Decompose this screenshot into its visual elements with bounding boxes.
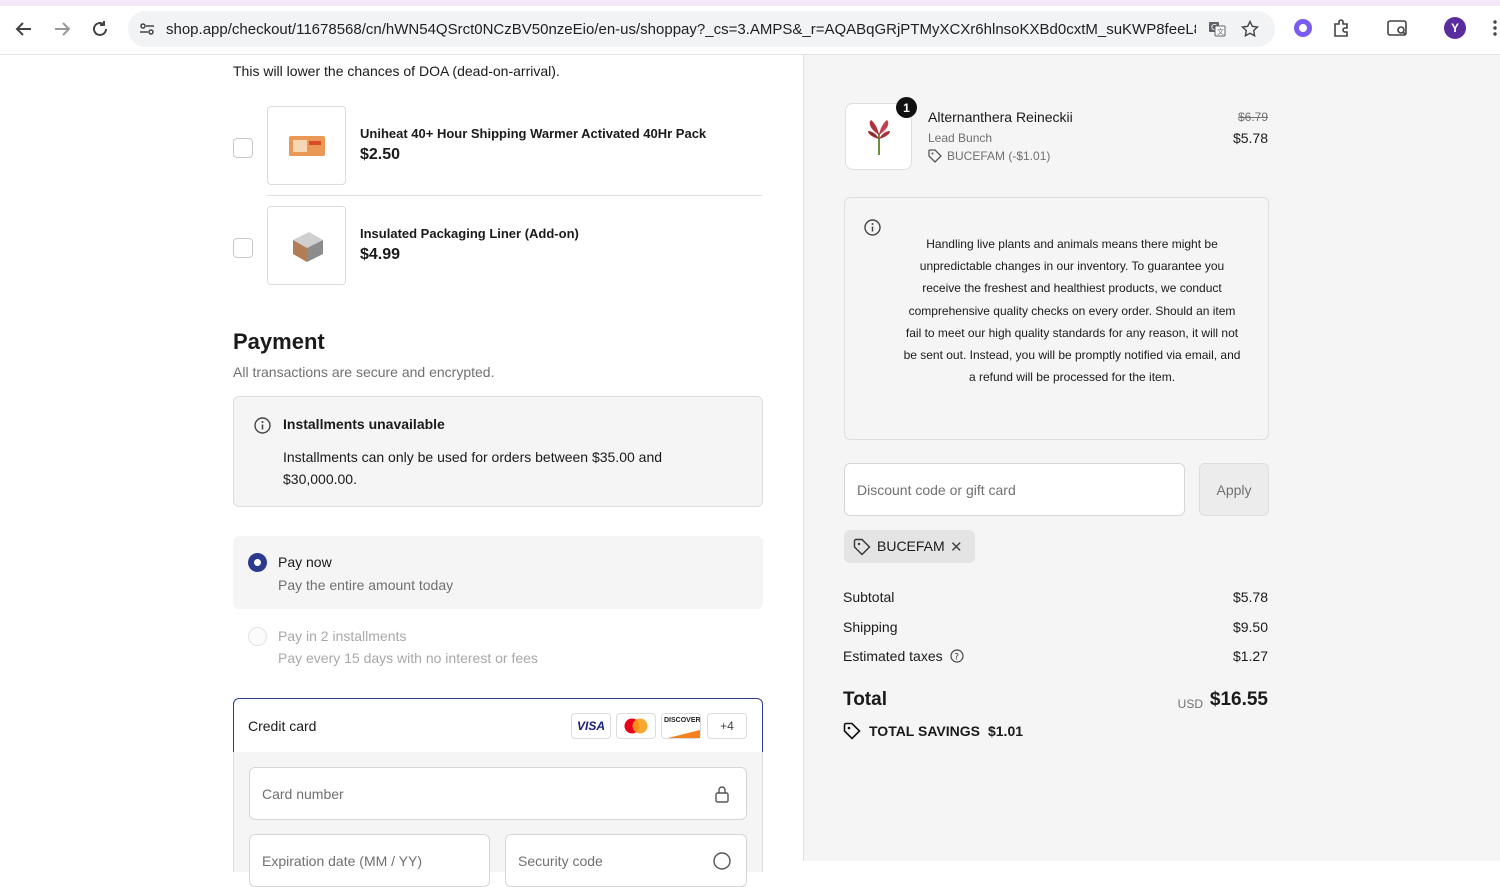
taxes-row-label: Estimated taxes ? xyxy=(843,648,964,664)
discount-code-input[interactable]: Discount code or gift card xyxy=(844,463,1185,516)
upsell-name: Insulated Packaging Liner (Add-on) xyxy=(360,226,579,241)
tab-strip-edge xyxy=(0,0,1500,6)
upsell-price: $4.99 xyxy=(360,246,401,263)
quantity-badge: 1 xyxy=(896,97,917,118)
translate-icon[interactable]: G文 xyxy=(1206,18,1228,40)
expiry-placeholder: Expiration date (MM / YY) xyxy=(262,853,423,869)
upsell-item[interactable]: Insulated Packaging Liner (Add-on) $4.99 xyxy=(233,206,762,296)
discount-placeholder: Discount code or gift card xyxy=(857,482,1016,498)
upsell-price: $2.50 xyxy=(360,146,401,163)
mastercard-logo xyxy=(616,713,656,739)
item-price: $5.78 xyxy=(1232,130,1268,146)
apply-button[interactable]: Apply xyxy=(1199,463,1269,516)
order-summary-panel xyxy=(803,55,1500,861)
lock-icon xyxy=(715,786,729,803)
installments-notice: Installments unavailable Installments ca… xyxy=(233,396,763,507)
tab-search-icon[interactable] xyxy=(1387,17,1409,39)
pay-installments-radio[interactable] xyxy=(248,627,267,646)
shipping-value: $9.50 xyxy=(1232,619,1268,635)
total-label: Total xyxy=(843,689,887,710)
total-savings: TOTAL SAVINGS $1.01 xyxy=(843,722,1023,740)
option-label: Pay now xyxy=(278,554,332,570)
info-icon xyxy=(254,417,271,434)
option-label: Pay in 2 installments xyxy=(278,628,407,644)
visa-logo: VISA xyxy=(571,713,611,739)
info-icon xyxy=(864,219,881,236)
divider xyxy=(267,195,762,196)
credit-card-option[interactable]: Credit card VISA DISCOVER +4 xyxy=(233,698,763,753)
help-icon[interactable] xyxy=(713,852,731,870)
subtotal-label: Subtotal xyxy=(843,589,895,605)
installments-text: Installments can only be used for orders… xyxy=(283,449,663,487)
profile-avatar[interactable]: Y xyxy=(1444,17,1466,39)
item-discount: BUCEFAM (-$1.01) xyxy=(928,149,1050,163)
pay-now-radio[interactable] xyxy=(248,553,267,572)
item-variant: Lead Bunch xyxy=(928,131,993,145)
url-text[interactable]: shop.app/checkout/11678568/cn/hWN54QSrct… xyxy=(166,21,1196,38)
discover-logo: DISCOVER xyxy=(661,713,701,739)
total-currency: USD xyxy=(1177,697,1203,711)
question-icon[interactable]: ? xyxy=(950,649,964,663)
item-discount-text: BUCEFAM (-$1.01) xyxy=(947,149,1051,163)
browser-toolbar: shop.app/checkout/11678568/cn/hWN54QSrct… xyxy=(0,0,1500,55)
item-original-price: $6.79 xyxy=(1237,110,1268,124)
installments-title: Installments unavailable xyxy=(283,416,445,432)
applied-discount-chip: BUCEFAM ✕ xyxy=(844,530,975,563)
svg-text:文: 文 xyxy=(1217,27,1224,36)
puzzle-icon[interactable] xyxy=(1331,17,1353,39)
credit-card-form: Card number Expiration date (MM / YY) Se… xyxy=(233,752,763,887)
notice-text: Handling live plants and animals means t… xyxy=(903,237,1241,385)
security-placeholder: Security code xyxy=(518,853,603,869)
svg-text:?: ? xyxy=(954,653,959,663)
savings-value: $1.01 xyxy=(987,723,1024,739)
tag-icon xyxy=(928,149,942,163)
card-number-field[interactable]: Card number xyxy=(249,767,747,820)
upsell-checkbox[interactable] xyxy=(233,138,253,158)
reload-icon[interactable] xyxy=(85,14,115,44)
item-name: Alternanthera Reineckii xyxy=(928,109,1073,125)
more-icon[interactable] xyxy=(1484,17,1500,39)
applied-code: BUCEFAM xyxy=(877,538,945,554)
payment-subtitle: All transactions are secure and encrypte… xyxy=(233,364,495,380)
back-icon[interactable] xyxy=(9,14,39,44)
remove-discount-icon[interactable]: ✕ xyxy=(950,538,963,556)
product-thumbnail xyxy=(267,106,346,185)
payment-title: Payment xyxy=(233,329,325,354)
savings-label: TOTAL SAVINGS xyxy=(869,723,980,739)
address-bar[interactable]: shop.app/checkout/11678568/cn/hWN54QSrct… xyxy=(128,11,1275,47)
forward-icon[interactable] xyxy=(47,14,77,44)
upsell-item[interactable]: Uniheat 40+ Hour Shipping Warmer Activat… xyxy=(233,106,762,196)
tag-icon xyxy=(853,538,871,556)
option-desc: Pay the entire amount today xyxy=(278,577,454,593)
bookmark-star-icon[interactable] xyxy=(1239,18,1261,40)
pay-now-option[interactable]: Pay now Pay the entire amount today xyxy=(233,536,763,609)
shipping-label: Shipping xyxy=(843,619,898,635)
product-thumbnail xyxy=(267,206,346,285)
upsell-name: Uniheat 40+ Hour Shipping Warmer Activat… xyxy=(360,126,707,141)
total-value: $16.55 xyxy=(1209,689,1268,710)
taxes-label: Estimated taxes xyxy=(843,648,943,664)
savings-tag-icon xyxy=(843,722,861,740)
subtotal-value: $5.78 xyxy=(1232,589,1268,605)
upsell-checkbox[interactable] xyxy=(233,238,253,258)
extension-icon[interactable] xyxy=(1292,17,1314,39)
credit-card-label: Credit card xyxy=(248,718,317,734)
shipping-note: This will lower the chances of DOA (dead… xyxy=(233,63,560,79)
card-number-placeholder: Card number xyxy=(262,786,344,802)
option-desc: Pay every 15 days with no interest or fe… xyxy=(278,650,538,666)
more-brands-badge: +4 xyxy=(707,713,747,739)
live-plants-notice: Handling live plants and animals means t… xyxy=(844,197,1269,440)
taxes-value: $1.27 xyxy=(1232,648,1268,664)
checkout-page: This will lower the chances of DOA (dead… xyxy=(0,55,1500,887)
site-info-icon[interactable] xyxy=(136,18,158,40)
